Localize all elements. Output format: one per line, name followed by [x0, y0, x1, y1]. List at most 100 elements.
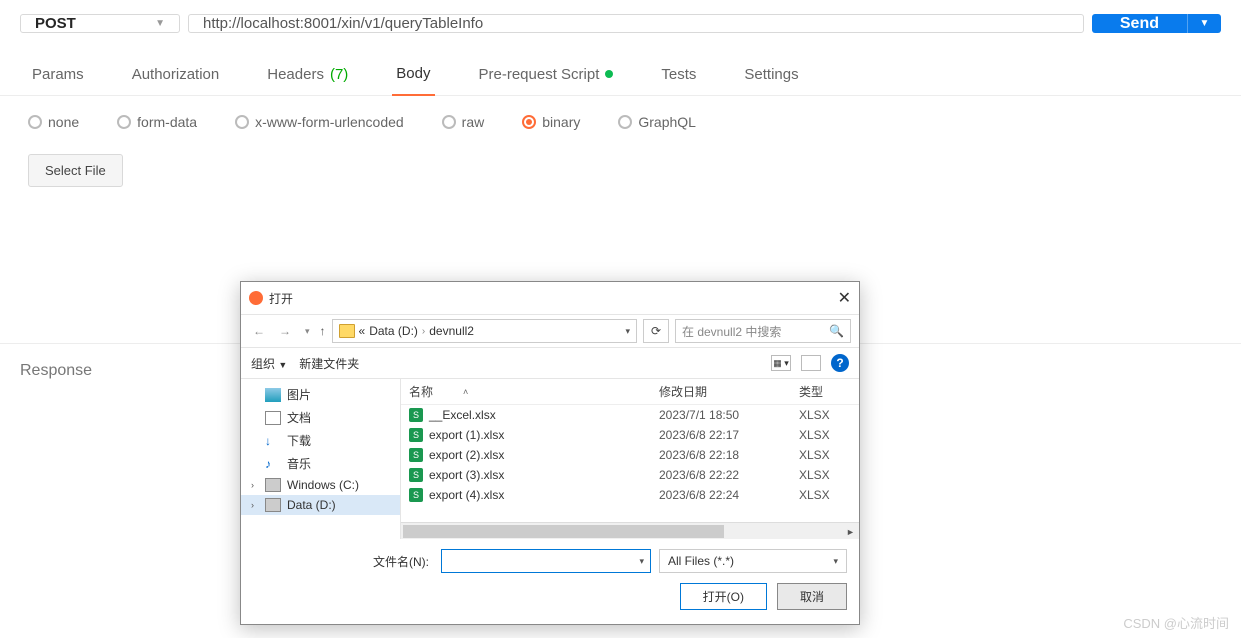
file-type: XLSX — [799, 428, 851, 442]
col-date[interactable]: 修改日期 — [659, 383, 799, 400]
file-row[interactable]: Sexport (2).xlsx 2023/6/8 22:18XLSX — [401, 445, 859, 465]
picture-icon — [265, 388, 281, 402]
excel-icon: S — [409, 448, 423, 462]
tree-item[interactable]: ↓下载 — [241, 429, 400, 452]
headers-count: (7) — [330, 66, 348, 83]
close-icon[interactable]: ✕ — [838, 288, 851, 308]
tree-item-label: 文档 — [287, 409, 311, 426]
dialog-toolbar: 组织 ▼ 新建文件夹 ▦ ▾ ? — [241, 348, 859, 379]
dialog-nav: ← → ▾ ↑ « Data (D:) › devnull2 ▾ ⟳ 在 dev… — [241, 314, 859, 348]
bodytype-raw[interactable]: raw — [442, 114, 485, 130]
breadcrumb[interactable]: « Data (D:) › devnull2 ▾ — [332, 319, 637, 343]
tab-tests[interactable]: Tests — [657, 55, 700, 95]
radio-icon — [235, 115, 249, 129]
help-icon[interactable]: ? — [831, 354, 849, 372]
search-placeholder: 在 devnull2 中搜索 — [682, 323, 781, 340]
bodytype-binary[interactable]: binary — [522, 114, 580, 130]
file-row[interactable]: Sexport (1).xlsx2023/6/8 22:17XLSX — [401, 425, 859, 445]
status-dot-icon — [605, 70, 613, 78]
bodytype-graphql[interactable]: GraphQL — [618, 114, 696, 130]
tab-headers[interactable]: Headers (7) — [263, 55, 352, 95]
tab-authorization[interactable]: Authorization — [128, 55, 224, 95]
organize-menu[interactable]: 组织 ▼ — [251, 355, 287, 372]
tree-item-label: 音乐 — [287, 455, 311, 472]
chevron-down-icon[interactable]: ▾ — [625, 326, 630, 337]
tree-item[interactable]: ›Windows (C:) — [241, 475, 400, 495]
file-row[interactable]: S__Excel.xlsx2023/7/1 18:50XLSX — [401, 405, 859, 425]
file-name: __Excel.xlsx — [429, 408, 496, 422]
tab-params[interactable]: Params — [28, 55, 88, 95]
file-date: 2023/6/8 22:22 — [659, 468, 799, 482]
breadcrumb-part[interactable]: devnull2 — [429, 324, 474, 338]
tab-body[interactable]: Body — [392, 55, 434, 96]
tree-item[interactable]: › Data (D:) — [241, 495, 400, 515]
file-name: export (2).xlsx — [429, 448, 504, 462]
file-date: 2023/6/8 22:18 — [659, 448, 799, 462]
file-type: XLSX — [799, 448, 851, 462]
url-input[interactable]: http://localhost:8001/xin/v1/queryTableI… — [188, 14, 1084, 33]
folder-tree: 图片文档 ↓下载 ♪ 音乐 ›Windows (C:) › Data (D:) — [241, 379, 401, 539]
search-icon: 🔍 — [829, 324, 844, 338]
http-method-select[interactable]: POST ▼ — [20, 14, 180, 33]
tree-item[interactable]: ♪ 音乐 — [241, 452, 400, 475]
tree-item[interactable]: 文档 — [241, 406, 400, 429]
file-row[interactable]: Sexport (4).xlsx2023/6/8 22:24XLSX — [401, 485, 859, 505]
tree-item-label: 下载 — [287, 432, 311, 449]
chevron-down-icon[interactable]: ▾ — [639, 556, 644, 567]
breadcrumb-part[interactable]: Data (D:) — [369, 324, 418, 338]
radio-icon — [618, 115, 632, 129]
cancel-button[interactable]: 取消 — [777, 583, 847, 610]
preview-pane-icon[interactable] — [801, 355, 821, 371]
scroll-right-icon[interactable]: ► — [842, 523, 859, 539]
file-type: XLSX — [799, 468, 851, 482]
excel-icon: S — [409, 408, 423, 422]
watermark: CSDN @心流时间 — [1123, 613, 1229, 632]
folder-icon — [339, 324, 355, 338]
view-options-icon[interactable]: ▦ ▾ — [771, 355, 791, 371]
sort-icon: ˄ — [463, 387, 468, 397]
body-type-selector: none form-data x-www-form-urlencoded raw… — [0, 96, 1241, 148]
col-type[interactable]: 类型 — [799, 383, 851, 400]
tab-prerequest[interactable]: Pre-request Script — [475, 55, 618, 95]
music-icon: ♪ — [265, 457, 281, 471]
document-icon — [265, 411, 281, 425]
horizontal-scrollbar[interactable]: ◄ ► — [401, 522, 859, 539]
request-tabs: Params Authorization Headers (7) Body Pr… — [0, 47, 1241, 96]
filename-input[interactable]: ▾ — [441, 549, 651, 573]
open-button[interactable]: 打开(O) — [680, 583, 767, 610]
tree-item-label: Data (D:) — [287, 498, 336, 512]
app-icon — [249, 291, 263, 305]
file-name: export (4).xlsx — [429, 488, 504, 502]
tree-item-label: 图片 — [287, 386, 311, 403]
nav-up-icon[interactable]: ↑ — [320, 324, 326, 338]
caret-icon: › — [251, 500, 254, 510]
nav-forward-icon[interactable]: → — [275, 322, 295, 340]
radio-icon — [117, 115, 131, 129]
dialog-titlebar: 打开 ✕ — [241, 282, 859, 314]
caret-down-icon: ▼ — [155, 18, 165, 29]
select-file-button[interactable]: Select File — [28, 154, 123, 187]
send-button[interactable]: Send ▼ — [1092, 14, 1221, 33]
search-input[interactable]: 在 devnull2 中搜索 🔍 — [675, 319, 851, 343]
bodytype-formdata[interactable]: form-data — [117, 114, 197, 130]
bodytype-urlencoded[interactable]: x-www-form-urlencoded — [235, 114, 404, 130]
file-row[interactable]: Sexport (3).xlsx2023/6/8 22:22XLSX — [401, 465, 859, 485]
tree-item[interactable]: 图片 — [241, 383, 400, 406]
file-date: 2023/6/8 22:17 — [659, 428, 799, 442]
tab-settings[interactable]: Settings — [740, 55, 802, 95]
chevron-down-icon[interactable]: ▾ — [301, 324, 314, 339]
nav-back-icon[interactable]: ← — [249, 322, 269, 340]
file-open-dialog: 打开 ✕ ← → ▾ ↑ « Data (D:) › devnull2 ▾ ⟳ … — [240, 281, 860, 625]
col-name[interactable]: 名称 — [409, 383, 433, 400]
bodytype-none[interactable]: none — [28, 114, 79, 130]
scrollbar-thumb[interactable] — [403, 525, 724, 538]
file-list-header: 名称 ˄ 修改日期 类型 — [401, 379, 859, 405]
send-dropdown[interactable]: ▼ — [1187, 14, 1221, 33]
new-folder-button[interactable]: 新建文件夹 — [299, 355, 359, 372]
refresh-icon[interactable]: ⟳ — [643, 319, 669, 343]
caret-down-icon: ▼ — [278, 360, 287, 370]
excel-icon: S — [409, 468, 423, 482]
http-method-value: POST — [35, 15, 76, 32]
excel-icon: S — [409, 488, 423, 502]
file-filter-select[interactable]: All Files (*.*) ▾ — [659, 549, 847, 573]
